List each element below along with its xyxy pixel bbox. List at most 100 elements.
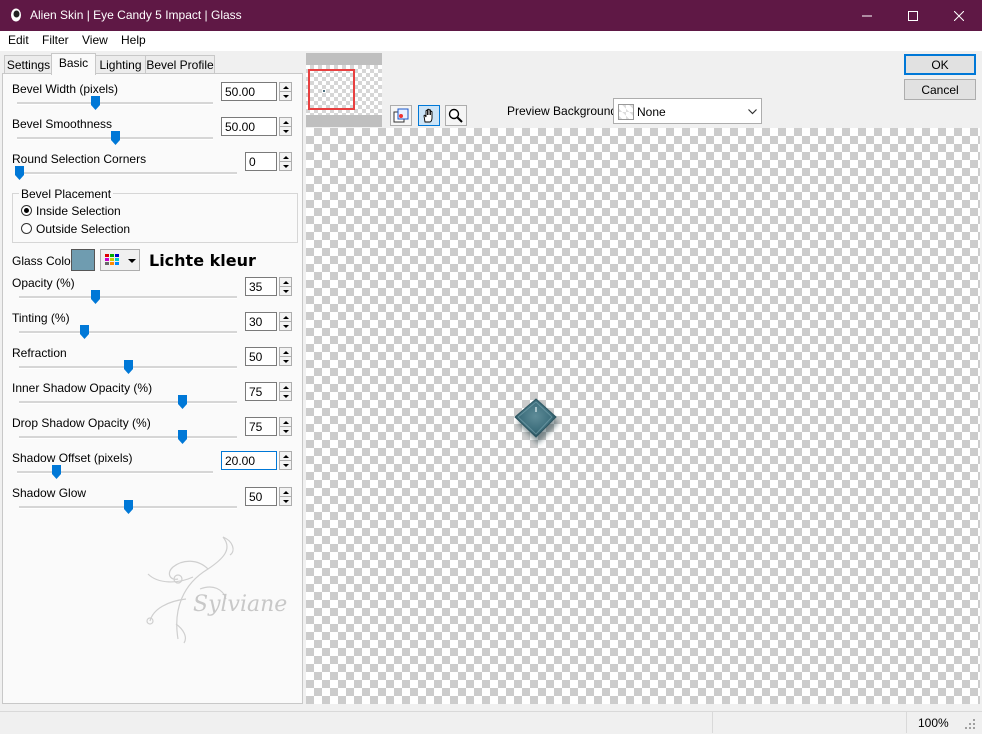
- color-grid-icon: [105, 254, 119, 265]
- navigate-icon: [393, 108, 409, 122]
- shadow-offset-input[interactable]: [225, 454, 265, 468]
- bevel-placement-label: Bevel Placement: [19, 187, 114, 201]
- preview-background-dropdown[interactable]: None: [613, 98, 762, 124]
- bevel-smoothness-spinner[interactable]: [279, 117, 292, 136]
- bevel-width-input[interactable]: [225, 85, 265, 99]
- refraction-field[interactable]: [245, 347, 289, 366]
- ok-button[interactable]: OK: [904, 54, 976, 75]
- glass-color-swatch[interactable]: [71, 249, 95, 271]
- opacity-thumb[interactable]: [90, 290, 100, 304]
- round-corners-spinner[interactable]: [279, 152, 292, 171]
- inside-selection-label[interactable]: Inside Selection: [36, 204, 121, 218]
- inner-shadow-opacity-field[interactable]: [245, 382, 289, 401]
- color-picker-button[interactable]: [100, 249, 140, 271]
- tab-bevel-profile[interactable]: Bevel Profile: [145, 55, 215, 74]
- close-icon: [954, 10, 964, 21]
- drop-shadow-opacity-field[interactable]: [245, 417, 289, 436]
- bevel-smoothness-label: Bevel Smoothness: [12, 117, 113, 131]
- menu-filter[interactable]: Filter: [42, 33, 69, 47]
- refraction-spinner[interactable]: [279, 347, 292, 366]
- menu-bar: [0, 31, 982, 51]
- bevel-smoothness-input[interactable]: [225, 120, 265, 134]
- glass-color-label: Glass Color: [12, 254, 75, 268]
- inner-shadow-opacity-spinner[interactable]: [279, 382, 292, 401]
- refraction-thumb[interactable]: [123, 360, 133, 374]
- cancel-button[interactable]: Cancel: [904, 79, 976, 100]
- outside-selection-radio[interactable]: [21, 223, 32, 234]
- status-divider: [906, 712, 907, 733]
- drop-shadow-opacity-slider[interactable]: [19, 436, 237, 439]
- tab-basic[interactable]: Basic: [51, 53, 96, 75]
- tinting-slider[interactable]: [19, 331, 237, 334]
- shadow-offset-slider[interactable]: [17, 471, 213, 474]
- bevel-smoothness-field[interactable]: [221, 117, 277, 136]
- minimize-button[interactable]: [844, 0, 890, 31]
- menu-help[interactable]: Help: [121, 33, 146, 47]
- hand-tool-button[interactable]: [418, 105, 440, 126]
- bevel-width-field[interactable]: [221, 82, 277, 101]
- navigator-viewport-box[interactable]: [308, 69, 355, 110]
- round-corners-field[interactable]: [245, 152, 289, 171]
- round-corners-slider[interactable]: [19, 172, 237, 175]
- shadow-glow-label: Shadow Glow: [12, 486, 87, 500]
- round-corners-thumb[interactable]: [14, 166, 24, 180]
- shadow-offset-field[interactable]: [221, 451, 277, 470]
- bevel-width-label: Bevel Width (pixels): [12, 82, 119, 96]
- shadow-offset-label: Shadow Offset (pixels): [12, 451, 133, 465]
- preview-canvas[interactable]: [306, 128, 980, 704]
- drop-shadow-opacity-label: Drop Shadow Opacity (%): [12, 416, 151, 430]
- zoom-tool-button[interactable]: [445, 105, 467, 126]
- opacity-label: Opacity (%): [12, 276, 75, 290]
- tinting-thumb[interactable]: [79, 325, 89, 339]
- minimize-icon: [862, 15, 872, 16]
- bevel-width-spinner[interactable]: [279, 82, 292, 101]
- glass-diamond-preview: [514, 398, 559, 444]
- watermark-flourish: [146, 536, 234, 644]
- bevel-width-thumb[interactable]: [90, 96, 100, 110]
- status-divider: [712, 712, 713, 733]
- shadow-glow-thumb[interactable]: [123, 500, 133, 514]
- maximize-icon: [908, 10, 918, 21]
- navigator-object-dot: [323, 90, 325, 92]
- inside-selection-radio[interactable]: [21, 205, 32, 216]
- preview-background-label: Preview Background:: [507, 104, 621, 118]
- navigator-thumbnail[interactable]: [306, 53, 382, 127]
- opacity-slider[interactable]: [19, 296, 237, 299]
- shadow-glow-spinner[interactable]: [279, 487, 292, 506]
- bevel-smoothness-thumb[interactable]: [110, 131, 120, 145]
- chevron-down-icon: [748, 109, 757, 115]
- inner-shadow-opacity-slider[interactable]: [19, 401, 237, 404]
- preview-background-value: None: [637, 105, 666, 119]
- shadow-glow-field[interactable]: [245, 487, 289, 506]
- outside-selection-label[interactable]: Outside Selection: [36, 222, 130, 236]
- tab-lighting[interactable]: Lighting: [95, 55, 146, 74]
- bevel-width-slider[interactable]: [17, 102, 213, 105]
- shadow-offset-thumb[interactable]: [51, 465, 61, 479]
- window-title: Alien Skin | Eye Candy 5 Impact | Glass: [30, 8, 242, 22]
- navigate-tool-button[interactable]: [390, 105, 412, 126]
- refraction-label: Refraction: [12, 346, 67, 360]
- app-icon: [11, 8, 21, 22]
- shadow-offset-spinner[interactable]: [279, 451, 292, 470]
- opacity-spinner[interactable]: [279, 277, 292, 296]
- zoom-icon: [448, 108, 463, 123]
- color-note: Lichte kleur: [149, 251, 256, 270]
- inner-shadow-opacity-label: Inner Shadow Opacity (%): [12, 381, 153, 395]
- zoom-level: 100%: [918, 716, 949, 730]
- inner-shadow-opacity-thumb[interactable]: [178, 395, 187, 409]
- resize-grip-icon[interactable]: [964, 718, 976, 730]
- chevron-down-icon: [128, 259, 136, 263]
- tinting-label: Tinting (%): [12, 311, 70, 325]
- tinting-field[interactable]: [245, 312, 289, 331]
- round-corners-label: Round Selection Corners: [12, 152, 147, 166]
- tinting-spinner[interactable]: [279, 312, 292, 331]
- opacity-field[interactable]: [245, 277, 289, 296]
- maximize-button[interactable]: [890, 0, 936, 31]
- drop-shadow-opacity-spinner[interactable]: [279, 417, 292, 436]
- tab-settings[interactable]: Settings: [4, 55, 53, 74]
- watermark-text: Sylviane: [193, 592, 288, 617]
- menu-edit[interactable]: Edit: [8, 33, 29, 47]
- menu-view[interactable]: View: [82, 33, 108, 47]
- drop-shadow-opacity-thumb[interactable]: [178, 430, 187, 444]
- close-button[interactable]: [936, 0, 982, 31]
